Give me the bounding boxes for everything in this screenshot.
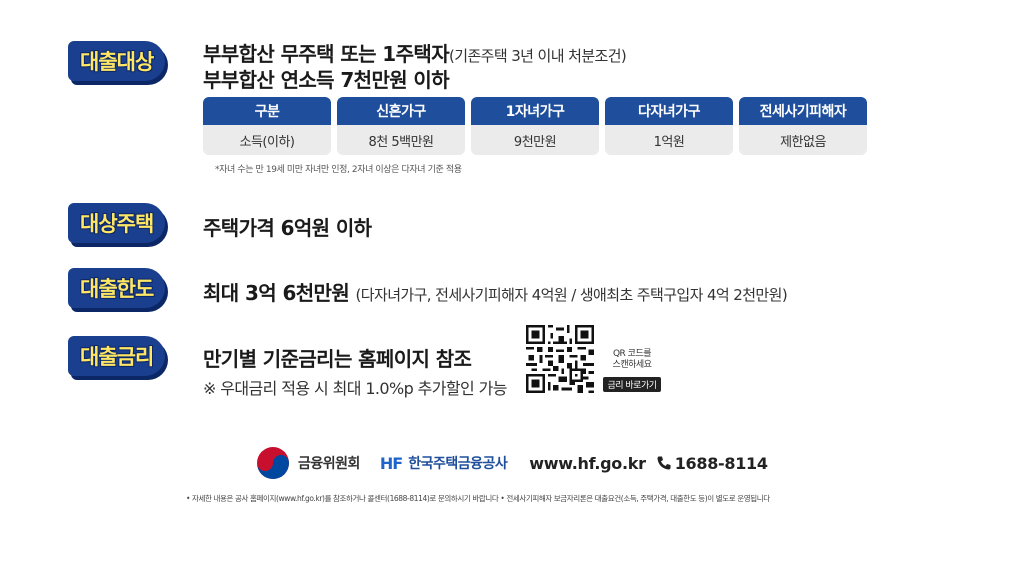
badge-rate-label: 대출금리	[80, 345, 154, 369]
income-table-cell: 9천만원	[471, 125, 599, 155]
hf-phone-number[interactable]: 1688-8114	[675, 454, 768, 473]
income-table-header: 전세사기피해자	[739, 97, 867, 125]
housing-text: 주택가격 6억원 이하	[203, 216, 372, 240]
qr-instruction-line-2: 스캔하세요	[612, 360, 652, 370]
hf-website-link[interactable]: www.hf.go.kr	[529, 454, 646, 473]
badge-housing-label: 대상주택	[80, 212, 154, 236]
badge-housing: 대상주택	[68, 203, 166, 243]
limit-line: 최대 3억 6천만원 (다자녀가구, 전세사기피해자 4억원 / 생애최초 주택…	[203, 277, 788, 306]
income-table-cell: 소득(이하)	[203, 125, 331, 155]
income-table-header: 다자녀가구	[605, 97, 733, 125]
income-table-column: 전세사기피해자 제한없음	[739, 97, 867, 155]
income-table-header: 구분	[203, 97, 331, 125]
eligibility-condition-text: (기존주택 3년 이내 처분조건)	[449, 47, 627, 65]
rate-sub-text: ※ 우대금리 적용 시 최대 1.0%p 추가할인 가능	[203, 379, 507, 398]
footer-disclaimer: • 자세한 내용은 공사 홈페이지(www.hf.go.kr)를 참조하거나 콜…	[186, 494, 770, 503]
income-table-column: 구분 소득(이하)	[203, 97, 331, 155]
footer-logos: 금융위원회 HF 한국주택금융공사 www.hf.go.kr 1688-8114	[256, 446, 768, 480]
qr-instruction: QR 코드를 스캔하세요	[603, 349, 661, 371]
badge-eligibility: 대출대상	[68, 41, 166, 81]
income-table-column: 1자녀가구 9천만원	[471, 97, 599, 155]
eligibility-line-2: 부부합산 연소득 7천만원 이하	[203, 68, 450, 92]
qr-code[interactable]	[526, 325, 594, 393]
badge-rate: 대출금리	[68, 336, 166, 376]
income-table-header: 신혼가구	[337, 97, 465, 125]
rate-main-text: 만기별 기준금리는 홈페이지 참조	[203, 347, 472, 371]
eligibility-line-1: 부부합산 무주택 또는 1주택자(기존주택 3년 이내 처분조건)	[203, 38, 627, 67]
limit-main-text: 최대 3억 6천만원	[203, 281, 350, 305]
income-table-cell: 제한없음	[739, 125, 867, 155]
income-table-header: 1자녀가구	[471, 97, 599, 125]
taegeuk-emblem-icon	[257, 447, 289, 479]
phone-icon	[657, 456, 671, 470]
income-table-column: 신혼가구 8천 5백만원	[337, 97, 465, 155]
income-table-cell: 8천 5백만원	[337, 125, 465, 155]
eligibility-main-text: 부부합산 무주택 또는 1주택자	[203, 42, 450, 66]
badge-limit-label: 대출한도	[80, 277, 154, 301]
rate-shortcut-button[interactable]: 금리 바로가기	[603, 377, 661, 392]
badge-limit: 대출한도	[68, 268, 166, 308]
income-table-note: *자녀 수는 만 19세 미만 자녀만 인정, 2자녀 이상은 다자녀 기준 적…	[215, 165, 462, 175]
fsc-name: 금융위원회	[298, 456, 360, 472]
income-table-column: 다자녀가구 1억원	[605, 97, 733, 155]
badge-eligibility-label: 대출대상	[80, 50, 154, 74]
income-table-cell: 1억원	[605, 125, 733, 155]
limit-sub-text: (다자녀가구, 전세사기피해자 4억원 / 생애최초 주택구입자 4억 2천만원…	[355, 286, 788, 304]
hf-logo: HF	[379, 453, 403, 473]
qr-instruction-line-1: QR 코드를	[612, 349, 652, 359]
hf-name: 한국주택금융공사	[408, 456, 508, 472]
income-table: 구분 소득(이하) 신혼가구 8천 5백만원 1자녀가구 9천만원 다자녀가구 …	[203, 97, 867, 155]
